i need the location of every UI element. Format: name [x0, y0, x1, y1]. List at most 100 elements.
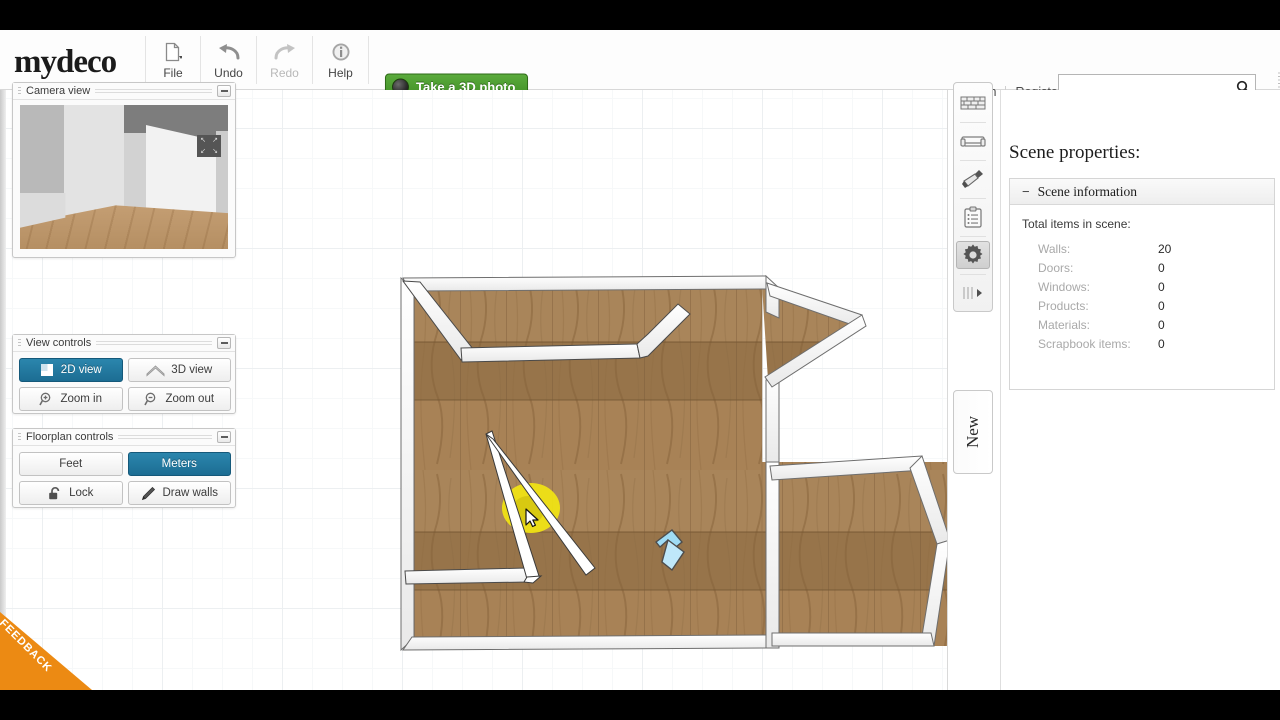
drag-grip-icon[interactable] [18, 432, 21, 442]
units-meters-label: Meters [161, 458, 197, 470]
application-window: mydeco File Undo Redo Help Take a 3D pho… [0, 30, 1280, 690]
stat-key: Products: [1038, 298, 1089, 313]
minimize-floorplan-controls-button[interactable] [217, 431, 231, 443]
expand-icon[interactable]: ↖ ↗ ↙ ↘ [197, 135, 221, 157]
file-label: File [163, 65, 183, 80]
sofa-icon[interactable] [956, 127, 990, 155]
left-scroll-rail[interactable] [0, 90, 6, 690]
stat-row-scrapbook: Scrapbook items: 0 [1038, 334, 1268, 353]
floorplan-controls-panel: Floorplan controls Feet Meters Lock Draw… [12, 428, 236, 508]
floorplan-controls-header[interactable]: Floorplan controls [13, 429, 235, 446]
stat-row-walls: Walls: 20 [1038, 239, 1268, 258]
scene-properties-panel: Scene properties: − Scene information To… [1000, 90, 1280, 690]
stat-value: 0 [1158, 317, 1165, 332]
view-3d-label: 3D view [171, 364, 213, 376]
stat-row-doors: Doors: 0 [1038, 258, 1268, 277]
header-rule [96, 341, 212, 345]
view-2d-label: 2D view [60, 364, 102, 376]
camera-view-panel: Camera view ↖ ↗ ↙ ↘ [12, 82, 236, 258]
wall-interior-horiz-b [404, 567, 529, 585]
toolbar-divider [960, 197, 986, 199]
scene-properties-title: Scene properties: [1009, 142, 1141, 163]
view-controls-header[interactable]: View controls [13, 335, 235, 352]
units-meters-button[interactable]: Meters [127, 452, 231, 476]
floorplan-controls-buttons: Feet Meters Lock Draw walls [19, 452, 231, 505]
undo-button[interactable]: Undo [201, 36, 257, 84]
camera-preview-render[interactable]: ↖ ↗ ↙ ↘ [20, 105, 228, 249]
header-toolbar: File Undo Redo Help [145, 36, 369, 84]
view-3d-icon [146, 363, 165, 377]
units-feet-label: Feet [59, 458, 83, 470]
lock-button[interactable]: Lock [19, 481, 123, 505]
object-palette-toolbar [953, 82, 993, 312]
brick-wall-icon[interactable] [956, 89, 990, 117]
minimize-view-controls-button[interactable] [217, 337, 231, 349]
stat-value: 0 [1158, 298, 1165, 313]
redo-label: Redo [270, 65, 299, 80]
stat-row-products: Products: 0 [1038, 296, 1268, 315]
scene-information-header[interactable]: − Scene information [1010, 179, 1274, 205]
toolbar-divider [960, 122, 986, 123]
undo-label: Undo [214, 65, 243, 80]
gear-icon[interactable] [956, 240, 990, 270]
help-icon [331, 41, 351, 63]
preview-wall-left-inner [64, 105, 124, 223]
view-controls-buttons: 2D view 3D view Zoom in Zoom out [19, 358, 231, 411]
drag-grip-icon[interactable] [18, 338, 21, 348]
view-controls-title: View controls [26, 337, 92, 349]
new-tab-label: New [962, 415, 982, 449]
stat-value: 0 [1158, 336, 1165, 351]
total-items-label: Total items in scene: [1022, 217, 1131, 231]
lock-icon [48, 486, 63, 501]
view-2d-icon [40, 363, 55, 377]
draw-walls-button[interactable]: Draw walls [127, 481, 231, 505]
help-button[interactable]: Help [313, 36, 369, 84]
wall-top-main [402, 275, 767, 292]
stat-key: Doors: [1038, 260, 1074, 275]
units-feet-button[interactable]: Feet [19, 452, 123, 476]
toolbar-divider [960, 274, 986, 275]
camera-panel-title: Camera view [26, 85, 91, 97]
help-label: Help [328, 65, 353, 80]
zoom-in-button[interactable]: Zoom in [19, 387, 123, 411]
stat-row-windows: Windows: 0 [1038, 277, 1268, 296]
zoom-in-icon [39, 392, 54, 406]
zoom-out-icon [144, 392, 159, 406]
stat-key: Materials: [1038, 317, 1091, 332]
toolbar-divider [960, 160, 986, 161]
view-3d-button[interactable]: 3D view [127, 358, 231, 382]
clipboard-icon[interactable] [956, 203, 990, 231]
drag-grip-icon[interactable] [18, 86, 21, 96]
redo-button[interactable]: Redo [257, 36, 313, 84]
stat-value: 0 [1158, 260, 1165, 275]
stat-key: Windows: [1038, 279, 1091, 294]
camera-panel-header[interactable]: Camera view [13, 83, 235, 100]
new-scene-tab[interactable]: New [953, 390, 993, 474]
draw-walls-label: Draw walls [162, 487, 219, 499]
collapse-handle-icon[interactable] [956, 279, 990, 307]
zoom-out-label: Zoom out [165, 393, 215, 405]
minimize-camera-button[interactable] [217, 85, 231, 97]
paintbrush-icon[interactable] [956, 165, 990, 193]
overflow-dots: ⋮ ⋮ ⋮ [1274, 70, 1280, 93]
stat-value: 20 [1158, 241, 1172, 256]
canvas-right-divider [947, 90, 948, 690]
file-button[interactable]: File [145, 36, 201, 84]
zoom-out-button[interactable]: Zoom out [127, 387, 231, 411]
stat-value: 0 [1158, 279, 1165, 294]
undo-icon [217, 41, 241, 63]
floorplan-controls-title: Floorplan controls [26, 431, 114, 443]
view-2d-button[interactable]: 2D view [19, 358, 123, 382]
mydeco-logo[interactable]: mydeco [14, 44, 117, 81]
wall-right-lower [765, 461, 780, 649]
view-controls-panel: View controls 2D view 3D view Zoom in Zo… [12, 334, 236, 414]
file-icon [165, 41, 182, 63]
header-rule [118, 435, 212, 439]
collapse-toggle-icon[interactable]: − [1022, 185, 1030, 198]
redo-icon [273, 41, 297, 63]
toolbar-divider [960, 235, 986, 237]
stat-row-materials: Materials: 0 [1038, 315, 1268, 334]
top-header-bar: mydeco File Undo Redo Help Take a 3D pho… [0, 30, 1280, 101]
header-rule [95, 89, 212, 93]
lock-label: Lock [69, 487, 94, 499]
